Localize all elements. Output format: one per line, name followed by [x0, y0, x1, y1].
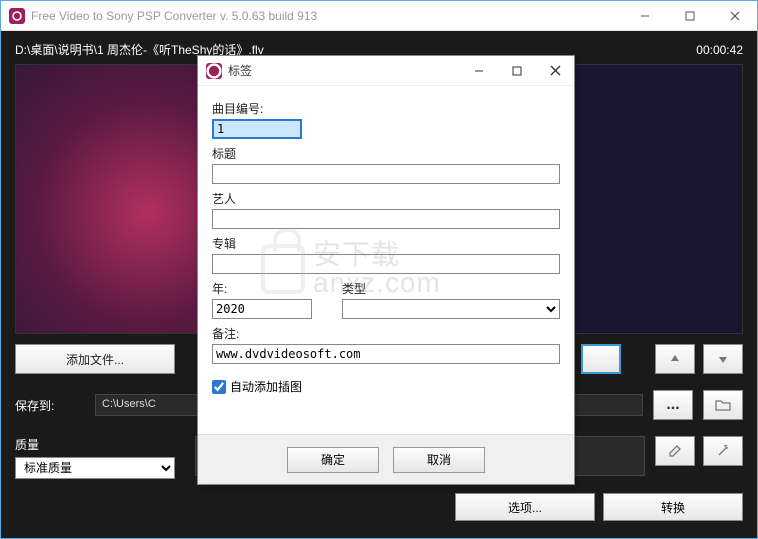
- add-file-button[interactable]: 添加文件...: [15, 344, 175, 374]
- ok-button[interactable]: 确定: [287, 447, 379, 473]
- quality-select[interactable]: 标准质量: [15, 457, 175, 479]
- track-no-label: 曲目编号:: [212, 100, 560, 117]
- dialog-body: 曲目编号: 标题 艺人 专辑 年: 类型 备注:: [198, 86, 574, 434]
- magic-button[interactable]: [703, 436, 743, 466]
- auto-thumb-checkbox[interactable]: [212, 380, 226, 394]
- artist-input[interactable]: [212, 209, 560, 229]
- dialog-app-icon: [206, 63, 222, 79]
- year-input[interactable]: [212, 299, 312, 319]
- dialog-footer: 确定 取消: [198, 434, 574, 484]
- app-icon: [9, 8, 25, 24]
- edit-preset-button[interactable]: [655, 436, 695, 466]
- options-button[interactable]: 选项...: [455, 493, 595, 521]
- track-no-input[interactable]: [212, 119, 302, 139]
- dialog-minimize-button[interactable]: [460, 56, 498, 85]
- genre-select[interactable]: [342, 299, 560, 319]
- save-to-label: 保存到:: [15, 397, 85, 414]
- minimize-button[interactable]: [622, 1, 667, 30]
- main-window: Free Video to Sony PSP Converter v. 5.0.…: [0, 0, 758, 539]
- note-input[interactable]: [212, 344, 560, 364]
- titlebar: Free Video to Sony PSP Converter v. 5.0.…: [1, 1, 757, 31]
- tags-dialog: 标签 曲目编号: 标题 艺人 专辑 年: 类型: [197, 55, 575, 485]
- convert-button[interactable]: 转换: [603, 493, 743, 521]
- cancel-button[interactable]: 取消: [393, 447, 485, 473]
- tags-button[interactable]: [581, 344, 621, 374]
- dialog-close-button[interactable]: [536, 56, 574, 85]
- title-label: 标题: [212, 145, 560, 162]
- title-input[interactable]: [212, 164, 560, 184]
- close-button[interactable]: [712, 1, 757, 30]
- quality-label: 质量: [15, 436, 85, 453]
- timecode: 00:00:42: [696, 43, 743, 57]
- genre-label: 类型: [342, 280, 560, 297]
- move-down-button[interactable]: [703, 344, 743, 374]
- window-controls: [622, 1, 757, 30]
- move-up-button[interactable]: [655, 344, 695, 374]
- dialog-maximize-button[interactable]: [498, 56, 536, 85]
- album-label: 专辑: [212, 235, 560, 252]
- artist-label: 艺人: [212, 190, 560, 207]
- window-title: Free Video to Sony PSP Converter v. 5.0.…: [31, 9, 622, 23]
- dialog-titlebar: 标签: [198, 56, 574, 86]
- maximize-button[interactable]: [667, 1, 712, 30]
- dialog-title: 标签: [228, 62, 460, 79]
- auto-thumb-label: 自动添加插图: [230, 378, 302, 395]
- year-label: 年:: [212, 280, 322, 297]
- album-input[interactable]: [212, 254, 560, 274]
- open-folder-button[interactable]: [703, 390, 743, 420]
- browse-button[interactable]: ...: [653, 390, 693, 420]
- note-label: 备注:: [212, 325, 560, 342]
